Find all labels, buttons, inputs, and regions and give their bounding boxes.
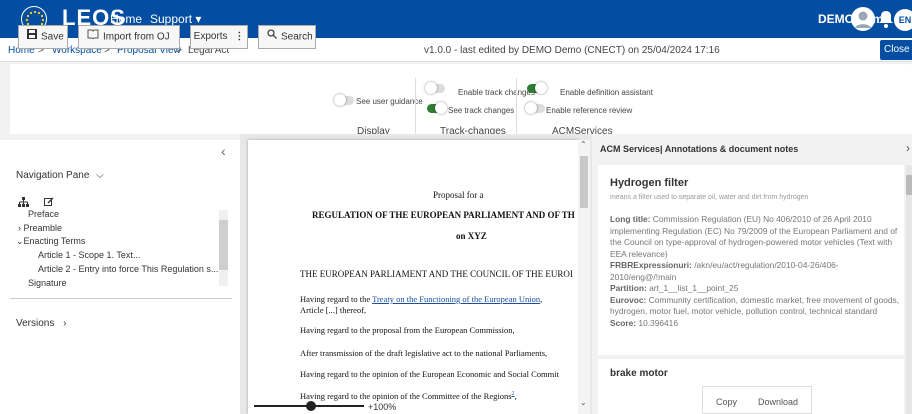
chevron-left-icon[interactable]: ‹ — [221, 143, 226, 159]
reference-review-toggle[interactable] — [525, 102, 545, 114]
navigation-scrollbar[interactable] — [219, 210, 228, 286]
long-title-label: Long title: — [610, 214, 651, 224]
chevron-down-icon: ⌵ — [96, 170, 104, 181]
user-avatar-icon[interactable] — [851, 7, 875, 31]
user-guidance-toggle[interactable] — [334, 94, 354, 106]
chevron-up-icon[interactable]: ⌃ — [580, 140, 587, 149]
save-icon — [27, 26, 37, 48]
score-value: 10.396416 — [636, 317, 678, 328]
document-toolbar — [10, 64, 912, 134]
navigation-pane — [0, 140, 240, 414]
scrollbar-thumb[interactable] — [219, 220, 228, 270]
versions-section[interactable]: Versions › — [16, 318, 66, 329]
doc-citation-1: Having regard to the Treaty on the Funct… — [300, 294, 543, 304]
zoom-level: +100% — [368, 402, 397, 412]
import-from-oj-label: Import from OJ — [103, 31, 170, 43]
tree-item-article-1[interactable]: Article 1 - Scope 1. Text... — [38, 250, 140, 260]
search-label: Search — [281, 31, 313, 43]
doc-proposal-for: Proposal for a — [433, 190, 484, 200]
import-from-oj-button[interactable]: Import from OJ — [78, 25, 180, 49]
acm-card-title: Hydrogen filter — [610, 177, 689, 189]
exports-menu-button[interactable]: Exports ⋮ — [190, 25, 248, 49]
treaty-link[interactable]: Treaty on the Functioning of the Europea… — [372, 294, 540, 304]
toolbar-divider — [415, 78, 416, 134]
doc-on: on XYZ — [456, 231, 487, 241]
tree-item-signature[interactable]: Signature — [28, 278, 67, 288]
long-title-value: Commission Regulation (EU) No 406/2010 o… — [610, 214, 898, 259]
acm-card-details: Long title: Commission Regulation (EU) N… — [610, 214, 902, 329]
zoom-slider-handle[interactable] — [306, 401, 316, 411]
tree-item-preface[interactable]: Preface — [28, 209, 59, 219]
save-label: Save — [41, 31, 64, 43]
search-icon — [267, 26, 277, 48]
doc-regulation-title: REGULATION OF THE EUROPEAN PARLIAMENT AN… — [312, 210, 575, 220]
navigation-pane-title[interactable]: Navigation Pane ⌵ — [16, 170, 104, 181]
exports-label: Exports — [193, 31, 228, 42]
doc-citation-4: Having regard to the opinion of the Euro… — [300, 369, 559, 379]
user-guidance-label: See user guidance — [356, 97, 423, 106]
acm-card-definition: means a filter used to separate oil, wat… — [610, 194, 809, 201]
close-button[interactable]: Close — [880, 40, 912, 60]
partition-value: art_1__list_1__point_25 — [646, 283, 739, 293]
frbr-label: FRBRExpressionuri: — [610, 260, 692, 270]
chevron-right-icon: › — [18, 223, 21, 233]
language-selector[interactable]: EN — [894, 9, 912, 31]
divider — [10, 298, 232, 299]
doc-preamble-head: THE EUROPEAN PARLIAMENT AND THE COUNCIL … — [300, 269, 573, 279]
book-icon — [87, 26, 99, 48]
tree-item-enacting-terms[interactable]: ⌄Enacting Terms — [16, 236, 85, 247]
toolbar-divider — [516, 78, 517, 134]
copy-button[interactable]: Copy — [716, 397, 737, 407]
see-track-changes-label: See track changes — [448, 106, 515, 115]
version-info: v1.0.0 - last edited by DEMO Demo (CNECT… — [424, 45, 720, 56]
definition-assistant-label: Enable definition assistant — [560, 88, 653, 97]
chevron-down-icon[interactable]: ⌄ — [580, 398, 587, 407]
scrollbar-thumb[interactable] — [906, 175, 912, 195]
save-button[interactable]: Save — [18, 25, 68, 49]
chevron-right-icon: › — [63, 318, 67, 329]
scrollbar-thumb[interactable] — [580, 156, 588, 208]
partition-label: Partition: — [610, 283, 647, 293]
enable-track-changes-label: Enable track changes — [458, 88, 535, 97]
enable-track-changes-toggle[interactable] — [425, 82, 445, 94]
document-page[interactable]: Proposal for a REGULATION OF THE EUROPEA… — [248, 140, 578, 414]
nav-support-menu[interactable]: Support ▾ — [150, 12, 201, 26]
doc-citation-3: After transmission of the draft legislat… — [300, 348, 548, 358]
eurovoc-value: Community certification, domestic market… — [610, 294, 900, 317]
definition-assistant-toggle[interactable] — [527, 82, 547, 94]
doc-citation-2: Having regard to the proposal from the E… — [300, 325, 515, 335]
document-scrollbar[interactable]: ⌃ ⌄ — [578, 140, 590, 414]
acm-scrollbar[interactable] — [906, 165, 912, 414]
nav-home-link[interactable]: Home — [110, 12, 142, 26]
doc-citation-1-line-2: Article [...] thereof, — [300, 305, 367, 315]
download-button[interactable]: Download — [758, 397, 798, 407]
tree-item-preamble[interactable]: › Preamble — [18, 223, 62, 233]
tree-item-article-2[interactable]: Article 2 - Entry into force This Regula… — [38, 264, 218, 274]
doc-citation-5: Having regard to the opinion of the Comm… — [300, 391, 517, 401]
chevron-right-icon[interactable]: › — [906, 141, 910, 155]
notification-bell-icon[interactable] — [877, 9, 895, 29]
see-track-changes-toggle[interactable] — [427, 102, 447, 114]
search-button[interactable]: Search — [258, 25, 316, 49]
more-vertical-icon: ⋮ — [234, 31, 245, 42]
acm-pane-title: ACM Services| Annotations & document not… — [600, 144, 799, 154]
eurovoc-label: Eurovoc: — [610, 294, 647, 305]
reference-review-label: Enable reference review — [546, 106, 633, 115]
score-label: Score: — [610, 317, 637, 328]
chevron-down-icon: ⌄ — [16, 236, 24, 246]
acm-card-title: brake motor — [610, 368, 668, 379]
